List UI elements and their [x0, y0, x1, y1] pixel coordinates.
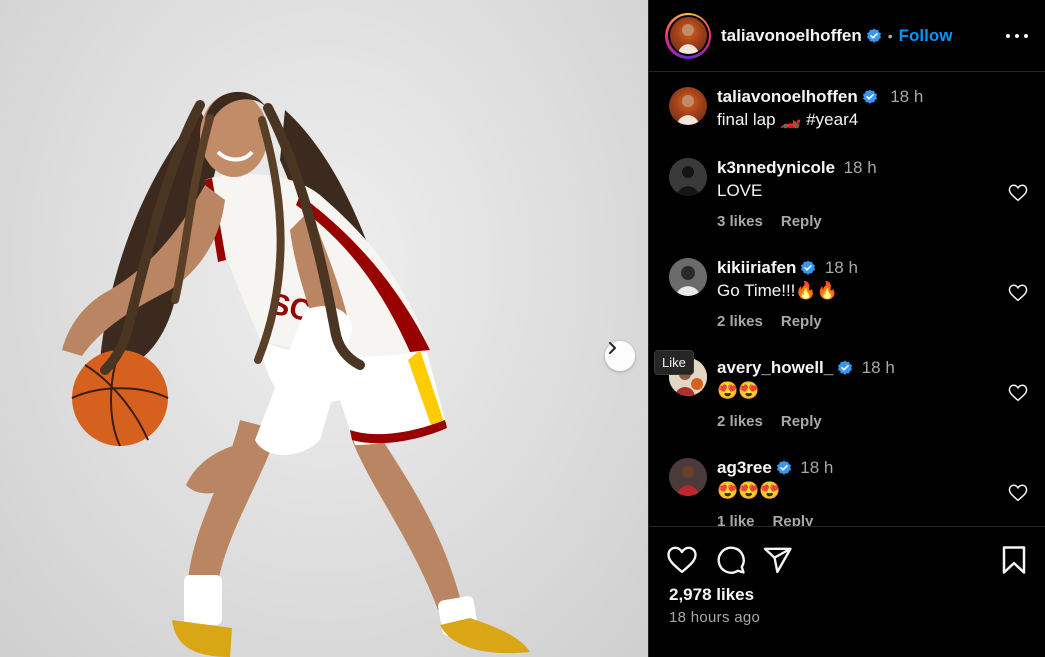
- commenter-avatar[interactable]: [669, 258, 707, 296]
- reply-button[interactable]: Reply: [781, 413, 822, 430]
- verified-badge-icon: [862, 89, 877, 104]
- player-illustration: SC: [62, 91, 530, 657]
- comment-time[interactable]: 18 h: [862, 358, 895, 377]
- post-timestamp[interactable]: 18 hours ago: [669, 609, 760, 626]
- comment-time[interactable]: 18 h: [825, 258, 858, 277]
- commenter-avatar[interactable]: [669, 458, 707, 496]
- comment-username[interactable]: avery_howell_: [717, 358, 833, 377]
- caption-username[interactable]: taliavonoelhoffen: [717, 87, 858, 106]
- post-photo: SC: [0, 0, 648, 657]
- comment-likes[interactable]: 1 like: [717, 513, 755, 526]
- header-separator: •: [887, 27, 893, 44]
- post-header: taliavonoelhoffen • Follow: [649, 0, 1045, 72]
- caption-avatar[interactable]: [669, 87, 707, 125]
- comment-text: Go Time!!!🔥🔥: [717, 281, 838, 300]
- comment-text: 😍😍: [717, 381, 760, 400]
- comment-time[interactable]: 18 h: [844, 158, 877, 177]
- author-avatar[interactable]: [665, 12, 711, 59]
- comment-likes[interactable]: 2 likes: [717, 313, 763, 330]
- heart-icon[interactable]: [1008, 384, 1028, 402]
- verified-badge-icon: [838, 360, 853, 375]
- heart-icon[interactable]: [667, 545, 697, 575]
- chevron-right-icon: [609, 342, 616, 354]
- caption-time[interactable]: 18 h: [890, 87, 923, 106]
- comments-list[interactable]: taliavonoelhoffen 18 h final lap 🏎️ #yea…: [649, 73, 1045, 526]
- comment-text: LOVE: [717, 181, 763, 200]
- heart-icon[interactable]: [1008, 184, 1028, 202]
- verified-badge-icon: [776, 460, 791, 475]
- follow-button[interactable]: Follow: [899, 26, 953, 46]
- reply-button[interactable]: Reply: [773, 513, 814, 526]
- like-tooltip: Like: [654, 350, 694, 375]
- comment-text: 😍😍😍: [717, 481, 781, 500]
- comment-icon[interactable]: [716, 545, 746, 575]
- verified-badge-icon: [866, 28, 881, 43]
- commenter-avatar[interactable]: [669, 158, 707, 196]
- comment-username[interactable]: kikiiriafen: [717, 258, 796, 277]
- comment-username[interactable]: ag3ree: [717, 458, 772, 477]
- share-icon[interactable]: [763, 545, 793, 575]
- reply-button[interactable]: Reply: [781, 213, 822, 230]
- post-side-panel: taliavonoelhoffen • Follow taliavonoelho…: [648, 0, 1045, 657]
- like-count[interactable]: 2,978 likes: [669, 585, 754, 605]
- comment-time[interactable]: 18 h: [800, 458, 833, 477]
- comment-likes[interactable]: 2 likes: [717, 413, 763, 430]
- more-options-icon[interactable]: [1006, 26, 1028, 46]
- comment-username[interactable]: k3nnedynicole: [717, 158, 835, 177]
- caption-text: final lap 🏎️ #year4: [717, 110, 859, 129]
- heart-icon[interactable]: [1008, 484, 1028, 502]
- heart-icon[interactable]: [1008, 284, 1028, 302]
- author-username[interactable]: taliavonoelhoffen: [721, 26, 862, 46]
- comment-likes[interactable]: 3 likes: [717, 213, 763, 230]
- verified-badge-icon: [801, 260, 816, 275]
- post-actions: 2,978 likes 18 hours ago: [649, 526, 1045, 657]
- reply-button[interactable]: Reply: [781, 313, 822, 330]
- next-image-button[interactable]: [605, 341, 635, 371]
- bookmark-icon[interactable]: [999, 545, 1029, 575]
